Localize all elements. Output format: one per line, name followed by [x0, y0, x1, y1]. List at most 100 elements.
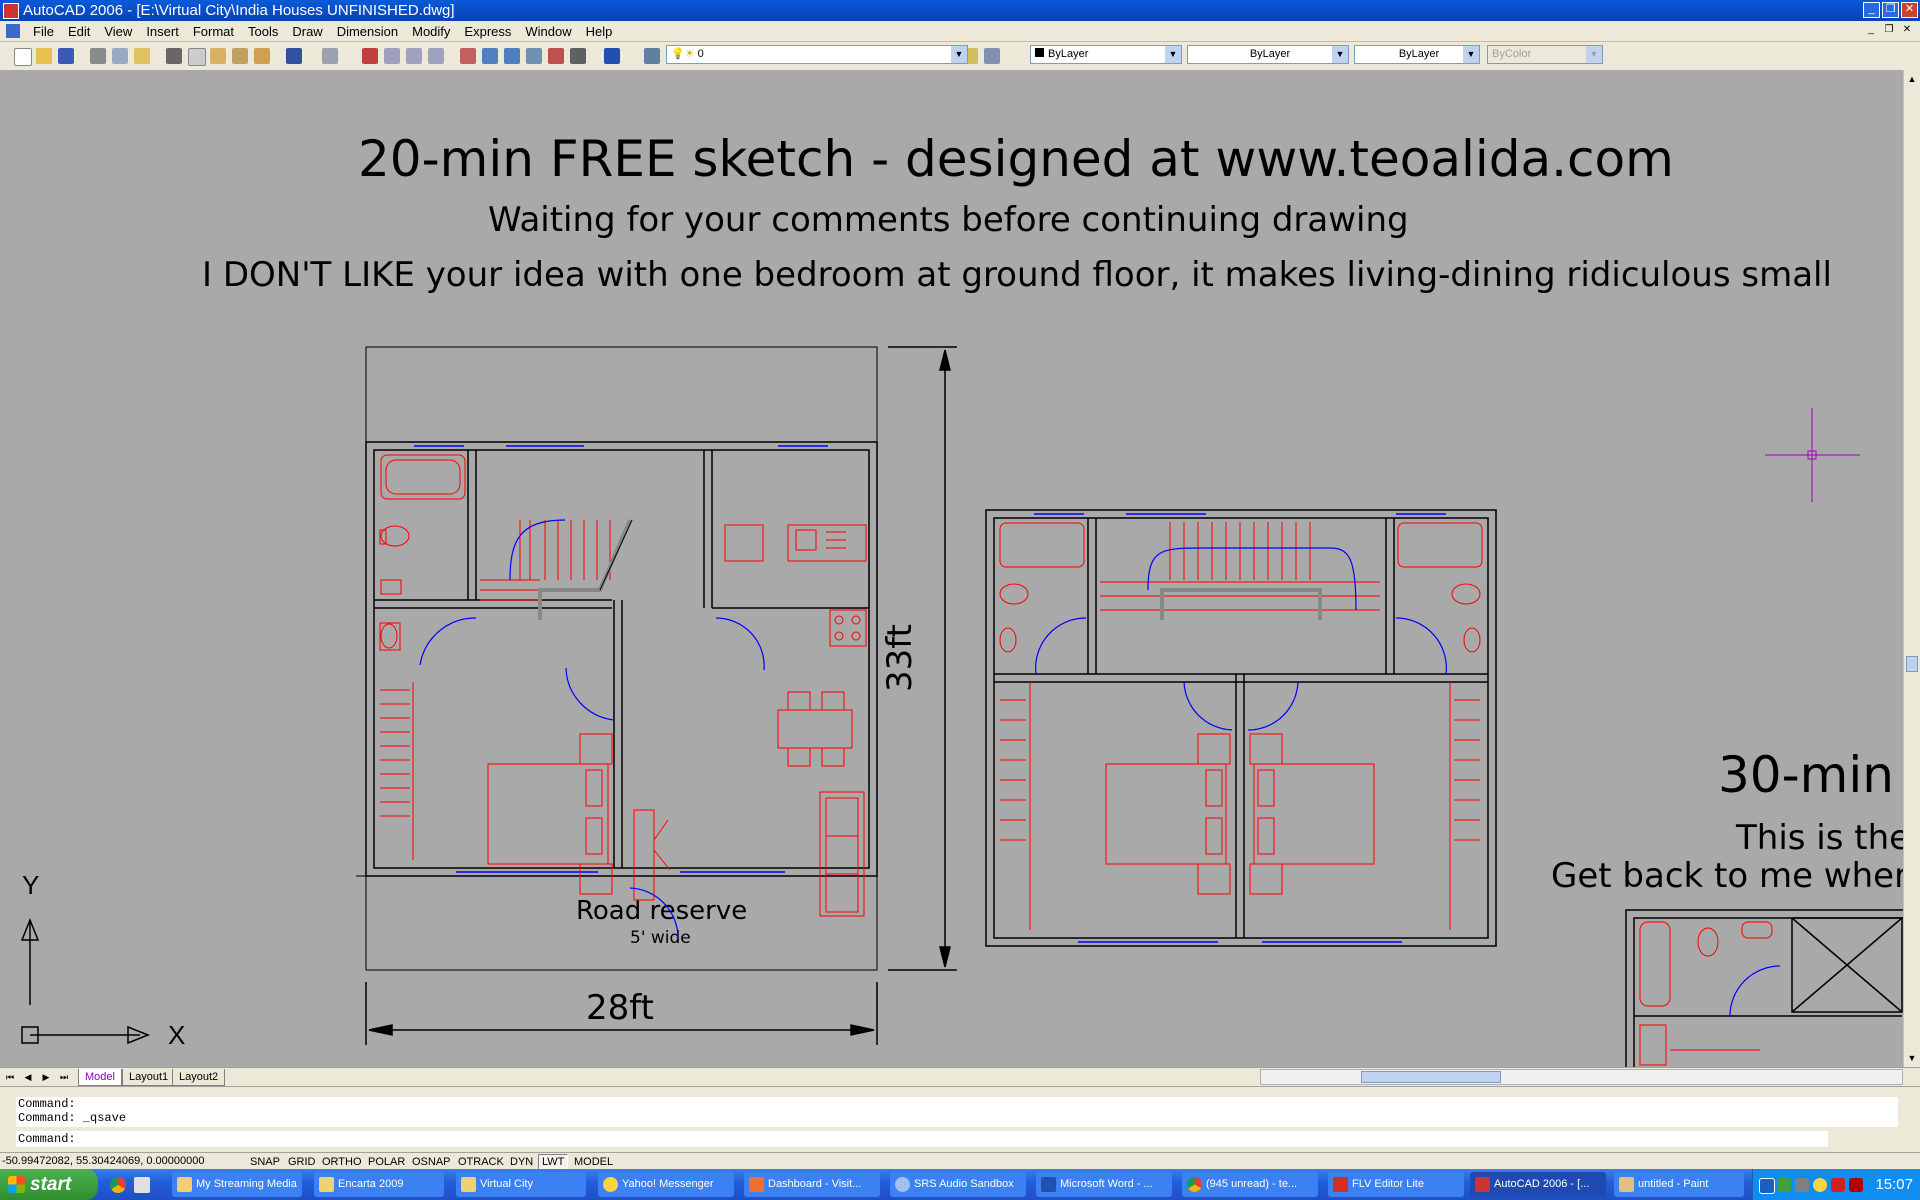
task-autocad-2006[interactable]: AutoCAD 2006 - [... — [1470, 1172, 1606, 1197]
prev-tab-icon[interactable]: ◀ — [20, 1070, 36, 1084]
doc-close-button[interactable]: ✕ — [1900, 23, 1914, 37]
layer-manager-icon[interactable] — [644, 48, 660, 64]
open-folder-icon[interactable] — [36, 48, 52, 64]
menu-bar: File Edit View Insert Format Tools Draw … — [0, 21, 1920, 42]
tab-model[interactable]: Model — [78, 1069, 122, 1086]
chrome-quicklaunch-icon[interactable] — [110, 1177, 126, 1193]
pan-icon[interactable] — [362, 48, 378, 64]
horizontal-scroll-thumb[interactable] — [1361, 1071, 1501, 1083]
linetype-dropdown[interactable]: ByLayer ▼ — [1187, 45, 1349, 64]
menu-window[interactable]: Window — [518, 24, 578, 39]
autocad-app-icon[interactable] — [3, 2, 19, 19]
menu-format[interactable]: Format — [186, 24, 241, 39]
close-button[interactable]: ✕ — [1901, 2, 1918, 18]
yahoo-tray-icon[interactable] — [1813, 1178, 1827, 1192]
drawing-area[interactable]: 20-min FREE sketch - designed at www.teo… — [0, 70, 1903, 1067]
layer-dropdown[interactable]: 💡☀ 0 ▼ — [666, 45, 968, 64]
plan1-stair-landing — [538, 519, 632, 620]
menu-express[interactable]: Express — [457, 24, 518, 39]
system-clock[interactable]: 15:07 — [1875, 1169, 1913, 1200]
media-quicklaunch-icon[interactable] — [134, 1177, 150, 1193]
b-tray-icon[interactable] — [1849, 1178, 1863, 1192]
network-tray-icon[interactable] — [1759, 1178, 1775, 1194]
print-icon[interactable] — [90, 48, 106, 64]
calculator-icon[interactable] — [570, 48, 586, 64]
scroll-down-icon[interactable]: ▼ — [1905, 1051, 1919, 1065]
antivirus-tray-icon[interactable] — [1831, 1178, 1845, 1192]
block-editor-icon[interactable] — [254, 48, 270, 64]
zoom-window-icon[interactable] — [406, 48, 422, 64]
zoom-previous-icon[interactable] — [428, 48, 444, 64]
taskbar: start My Streaming Media Encarta 2009 Vi… — [0, 1169, 1920, 1200]
command-input[interactable]: Command: — [16, 1131, 1828, 1147]
first-tab-icon[interactable]: ⏮ — [2, 1070, 18, 1084]
vertical-scroll-thumb[interactable] — [1906, 656, 1918, 672]
scroll-up-icon[interactable]: ▲ — [1905, 72, 1919, 86]
next-tab-icon[interactable]: ▶ — [38, 1070, 54, 1084]
task-srs-audio-sandbox[interactable]: SRS Audio Sandbox — [890, 1172, 1026, 1197]
task-virtual-city[interactable]: Virtual City — [456, 1172, 586, 1197]
task-label: My Streaming Media — [196, 1178, 297, 1190]
volume-tray-icon[interactable] — [1795, 1178, 1809, 1192]
command-history-line: Command: — [18, 1097, 76, 1111]
save-icon[interactable] — [58, 48, 74, 64]
menu-view[interactable]: View — [97, 24, 139, 39]
print-preview-icon[interactable] — [112, 48, 128, 64]
design-center-icon[interactable] — [482, 48, 498, 64]
task-encarta-2009[interactable]: Encarta 2009 — [314, 1172, 444, 1197]
task-chrome-unread[interactable]: (945 unread) - te... — [1182, 1172, 1318, 1197]
task-dashboard[interactable]: Dashboard - Visit... — [744, 1172, 880, 1197]
undo-icon[interactable] — [286, 48, 302, 64]
markup-icon[interactable] — [548, 48, 564, 64]
menu-edit[interactable]: Edit — [61, 24, 97, 39]
layer-previous-icon[interactable] — [984, 48, 1000, 64]
redo-icon[interactable] — [322, 48, 338, 64]
cut-icon[interactable] — [166, 48, 182, 64]
task-label: FLV Editor Lite — [1352, 1178, 1424, 1190]
task-label: Encarta 2009 — [338, 1178, 404, 1190]
tab-layout2[interactable]: Layout2 — [172, 1069, 226, 1086]
sheet-set-icon[interactable] — [526, 48, 542, 64]
menu-draw[interactable]: Draw — [285, 24, 329, 39]
match-properties-icon[interactable] — [232, 48, 248, 64]
chevron-down-icon: ▼ — [1165, 46, 1181, 63]
task-flv-editor-lite[interactable]: FLV Editor Lite — [1328, 1172, 1464, 1197]
security-tray-icon[interactable] — [1777, 1178, 1791, 1192]
tab-layout1[interactable]: Layout1 — [122, 1069, 176, 1086]
properties-icon[interactable] — [460, 48, 476, 64]
paste-icon[interactable] — [210, 48, 226, 64]
layout-tabs-row: ⏮ ◀ ▶ ⏭ Model Layout1 Layout2 — [0, 1067, 1920, 1086]
new-file-icon[interactable] — [14, 48, 32, 66]
task-microsoft-word[interactable]: Microsoft Word - ... — [1036, 1172, 1172, 1197]
menu-file[interactable]: File — [26, 24, 61, 39]
horizontal-scrollbar[interactable] — [1260, 1069, 1903, 1085]
tool-palettes-icon[interactable] — [504, 48, 520, 64]
minimize-button[interactable]: _ — [1863, 2, 1880, 18]
flv-editor-icon — [1333, 1177, 1348, 1192]
maximize-button[interactable]: ❐ — [1882, 2, 1899, 18]
doc-minimize-button[interactable]: _ — [1864, 23, 1878, 37]
document-icon[interactable] — [6, 24, 20, 38]
menu-modify[interactable]: Modify — [405, 24, 457, 39]
start-button[interactable]: start — [0, 1169, 98, 1200]
zoom-realtime-icon[interactable] — [384, 48, 400, 64]
layer-on-icon: 💡☀ — [671, 48, 695, 60]
doc-restore-button[interactable]: ❐ — [1882, 23, 1896, 37]
publish-icon[interactable] — [134, 48, 150, 64]
vertical-scrollbar[interactable]: ▲ ▼ — [1903, 70, 1920, 1067]
task-untitled-paint[interactable]: untitled - Paint — [1614, 1172, 1744, 1197]
menu-insert[interactable]: Insert — [139, 24, 186, 39]
depth-dimension — [888, 346, 957, 971]
color-dropdown[interactable]: ByLayer ▼ — [1030, 45, 1182, 64]
copy-icon[interactable] — [188, 48, 206, 66]
lineweight-dropdown[interactable]: ByLayer ▼ — [1354, 45, 1480, 64]
yahoo-smiley-icon — [603, 1177, 618, 1192]
task-yahoo-messenger[interactable]: Yahoo! Messenger — [598, 1172, 734, 1197]
menu-tools[interactable]: Tools — [241, 24, 285, 39]
menu-help[interactable]: Help — [579, 24, 620, 39]
menu-dimension[interactable]: Dimension — [330, 24, 405, 39]
last-tab-icon[interactable]: ⏭ — [56, 1070, 72, 1084]
help-icon[interactable] — [604, 48, 620, 64]
coordinate-display[interactable]: -50.99472082, 55.30424069, 0.00000000 — [2, 1154, 240, 1169]
task-my-streaming-media[interactable]: My Streaming Media — [172, 1172, 302, 1197]
